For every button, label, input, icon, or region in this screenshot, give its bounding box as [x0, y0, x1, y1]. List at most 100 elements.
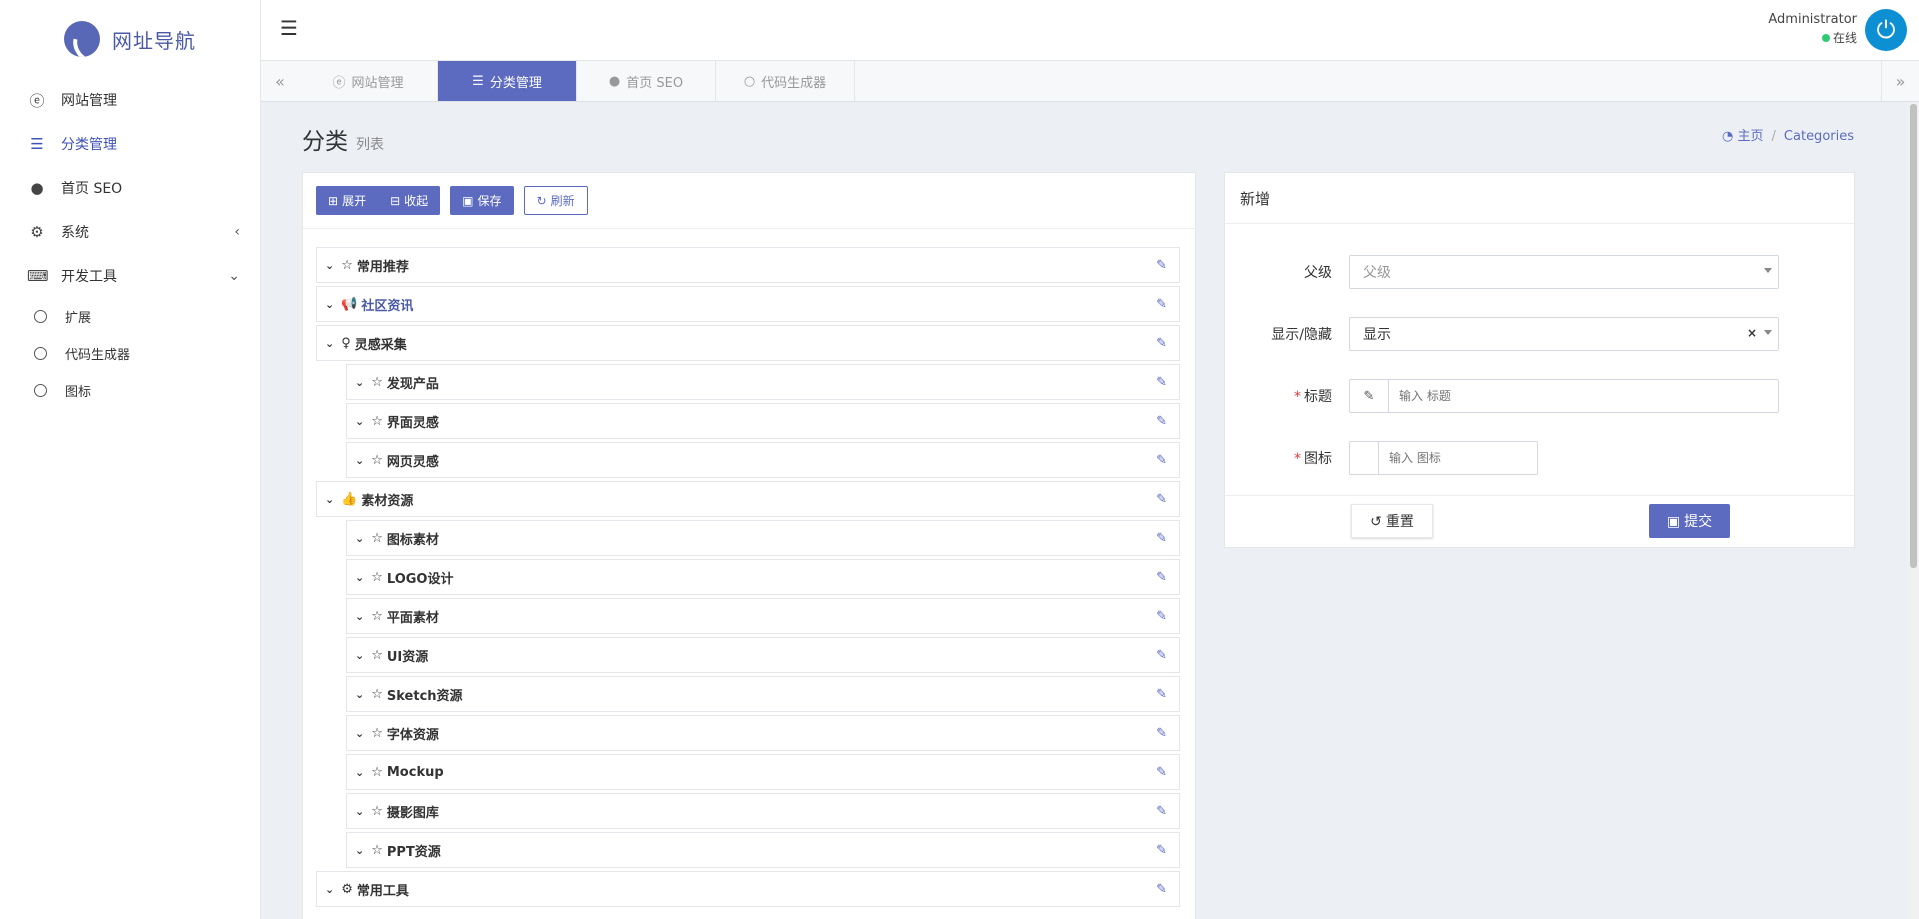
- sidebar: 网址导航 ⓔ 网站管理 ☰ 分类管理 ● 首页 SEO ⚙ 系统 ‹ ⌨ 开发工…: [0, 0, 261, 919]
- sidebar-item-seo[interactable]: ● 首页 SEO: [0, 166, 260, 210]
- breadcrumb-home[interactable]: 主页: [1738, 129, 1764, 144]
- chevron-down-icon[interactable]: ⌄: [355, 610, 364, 623]
- thumbs-up-icon: 👍: [341, 491, 358, 507]
- edit-icon[interactable]: ✎: [1156, 804, 1167, 819]
- tab-label: 代码生成器: [761, 75, 827, 91]
- tree-node[interactable]: ⌄ ☆ Sketch资源 ✎: [346, 676, 1180, 712]
- scrollbar-thumb[interactable]: [1910, 104, 1917, 568]
- edit-icon[interactable]: ✎: [1156, 336, 1167, 351]
- collapse-button[interactable]: ⊟ 收起: [378, 186, 441, 215]
- sidebar-item-devtools[interactable]: ⌨ 开发工具 ⌄: [0, 254, 260, 298]
- tree-node[interactable]: ⌄ ☆ PPT资源 ✎: [346, 832, 1180, 868]
- tree-node[interactable]: ⌄ ☆ LOGO设计 ✎: [346, 559, 1180, 595]
- tab-scroll-right-icon[interactable]: »: [1881, 61, 1919, 101]
- edit-icon[interactable]: ✎: [1156, 726, 1167, 741]
- chevron-down-icon[interactable]: ⌄: [355, 805, 364, 818]
- hamburger-icon[interactable]: ☰: [280, 16, 298, 40]
- tree-node[interactable]: ⌄ ⚙ 常用工具 ✎: [316, 871, 1180, 907]
- edit-icon[interactable]: ✎: [1156, 687, 1167, 702]
- sidebar-subitem-icons[interactable]: 图标: [0, 372, 260, 409]
- edit-icon[interactable]: ✎: [1156, 375, 1167, 390]
- chevron-down-icon[interactable]: ⌄: [355, 454, 364, 467]
- edit-icon[interactable]: ✎: [1156, 609, 1167, 624]
- keyboard-icon: ⌨: [27, 267, 49, 285]
- tree-node-label: 社区资讯: [361, 298, 414, 314]
- edit-icon[interactable]: ✎: [1156, 531, 1167, 546]
- icon-input[interactable]: [1379, 442, 1536, 474]
- refresh-icon: ↻: [536, 193, 547, 208]
- chevron-down-icon[interactable]: ⌄: [325, 493, 334, 506]
- tree-node[interactable]: ⌄ ☆ 摄影图库 ✎: [346, 793, 1180, 829]
- chevron-down-icon[interactable]: ⌄: [355, 844, 364, 857]
- edit-icon[interactable]: ✎: [1156, 414, 1167, 429]
- avatar[interactable]: ⏻: [1865, 9, 1907, 51]
- edit-icon[interactable]: ✎: [1156, 570, 1167, 585]
- chevron-down-icon[interactable]: ⌄: [355, 766, 364, 779]
- visibility-select[interactable]: 显示 ×: [1349, 317, 1779, 351]
- chevron-down-icon[interactable]: ⌄: [325, 298, 334, 311]
- tab-scroll-left-icon[interactable]: «: [261, 61, 299, 101]
- edit-icon[interactable]: ✎: [1156, 765, 1167, 780]
- chevron-down-icon[interactable]: ⌄: [355, 649, 364, 662]
- tree-node[interactable]: ⌄ 👍 素材资源 ✎: [316, 481, 1180, 517]
- sidebar-item-category[interactable]: ☰ 分类管理: [0, 122, 260, 166]
- visibility-label: 显示/隐藏: [1271, 327, 1332, 343]
- tab-seo[interactable]: ● 首页 SEO: [577, 61, 716, 101]
- globe-icon: ●: [30, 179, 44, 197]
- chevron-down-icon[interactable]: ⌄: [325, 259, 334, 272]
- tree-node[interactable]: ⌄ ♀ 灵感采集 ✎: [316, 325, 1180, 361]
- chevron-down-icon[interactable]: ⌄: [355, 727, 364, 740]
- chevron-left-icon: ‹: [234, 224, 240, 240]
- tree-node[interactable]: ⌄ ☆ Mockup ✎: [346, 754, 1180, 790]
- tree-node-label: LOGO设计: [386, 571, 454, 587]
- tree-node[interactable]: ⌄ ☆ 发现产品 ✎: [346, 364, 1180, 400]
- tab-codegen[interactable]: ○ 代码生成器: [716, 61, 855, 101]
- refresh-button[interactable]: ↻ 刷新: [523, 186, 588, 215]
- expand-label: 展开: [342, 194, 367, 208]
- parent-select[interactable]: 父级: [1349, 255, 1779, 289]
- chevron-down-icon[interactable]: ⌄: [355, 688, 364, 701]
- tree-node[interactable]: ⌄ ☆ 字体资源 ✎: [346, 715, 1180, 751]
- user-info[interactable]: Administrator 在线: [1768, 12, 1857, 46]
- edit-icon[interactable]: ✎: [1156, 453, 1167, 468]
- tree-node[interactable]: ⌄ ☆ 常用推荐 ✎: [316, 247, 1180, 283]
- tree-node[interactable]: ⌄ ☆ 界面灵感 ✎: [346, 403, 1180, 439]
- chevron-down-icon[interactable]: ⌄: [355, 532, 364, 545]
- expand-button[interactable]: ⊞ 展开: [316, 186, 379, 215]
- tree-node[interactable]: ⌄ ☆ 平面素材 ✎: [346, 598, 1180, 634]
- star-icon: ☆: [371, 764, 383, 780]
- tree-node[interactable]: ⌄ 📢 社区资讯 ✎: [316, 286, 1180, 322]
- tree-node[interactable]: ⌄ ☆ 网页灵感 ✎: [346, 442, 1180, 478]
- edit-icon[interactable]: ✎: [1156, 648, 1167, 663]
- page-scrollbar[interactable]: [1908, 102, 1919, 919]
- submit-button[interactable]: ▣ 提交: [1649, 504, 1730, 538]
- chevron-down-icon[interactable]: ⌄: [355, 415, 364, 428]
- tree-node[interactable]: ⌄ ☆ 图标素材 ✎: [346, 520, 1180, 556]
- edit-icon[interactable]: ✎: [1156, 843, 1167, 858]
- chevron-down-icon[interactable]: ⌄: [325, 883, 334, 896]
- edit-icon[interactable]: ✎: [1156, 882, 1167, 897]
- sidebar-item-website[interactable]: ⓔ 网站管理: [0, 78, 260, 122]
- tab-category[interactable]: ☰ 分类管理: [438, 61, 577, 101]
- reset-button[interactable]: ↺ 重置: [1351, 504, 1433, 538]
- chevron-down-icon[interactable]: ⌄: [355, 376, 364, 389]
- add-category-panel: 新增 父级 父级 显示/隐藏 显示 × *标题 ✎ *图标 ↺重置 ▣提交: [1224, 172, 1855, 548]
- tab-website[interactable]: ⓔ 网站管理: [299, 61, 438, 101]
- sidebar-subitem-codegen[interactable]: 代码生成器: [0, 335, 260, 372]
- save-button[interactable]: ▣ 保存: [450, 186, 514, 215]
- refresh-label: 刷新: [550, 194, 575, 208]
- chevron-down-icon[interactable]: ⌄: [355, 571, 364, 584]
- clear-icon[interactable]: ×: [1747, 326, 1757, 340]
- title-input[interactable]: [1389, 380, 1777, 412]
- edit-icon[interactable]: ✎: [1156, 297, 1167, 312]
- sidebar-subitem-extension[interactable]: 扩展: [0, 298, 260, 335]
- brand-logo[interactable]: 网址导航: [0, 0, 260, 78]
- form-title: 新增: [1225, 173, 1854, 224]
- icon-preview[interactable]: [1350, 442, 1379, 474]
- chevron-down-icon[interactable]: ⌄: [325, 337, 334, 350]
- page-title: 分类 列表: [302, 122, 384, 156]
- edit-icon[interactable]: ✎: [1156, 258, 1167, 273]
- edit-icon[interactable]: ✎: [1156, 492, 1167, 507]
- sidebar-item-system[interactable]: ⚙ 系统 ‹: [0, 210, 260, 254]
- tree-node[interactable]: ⌄ ☆ UI资源 ✎: [346, 637, 1180, 673]
